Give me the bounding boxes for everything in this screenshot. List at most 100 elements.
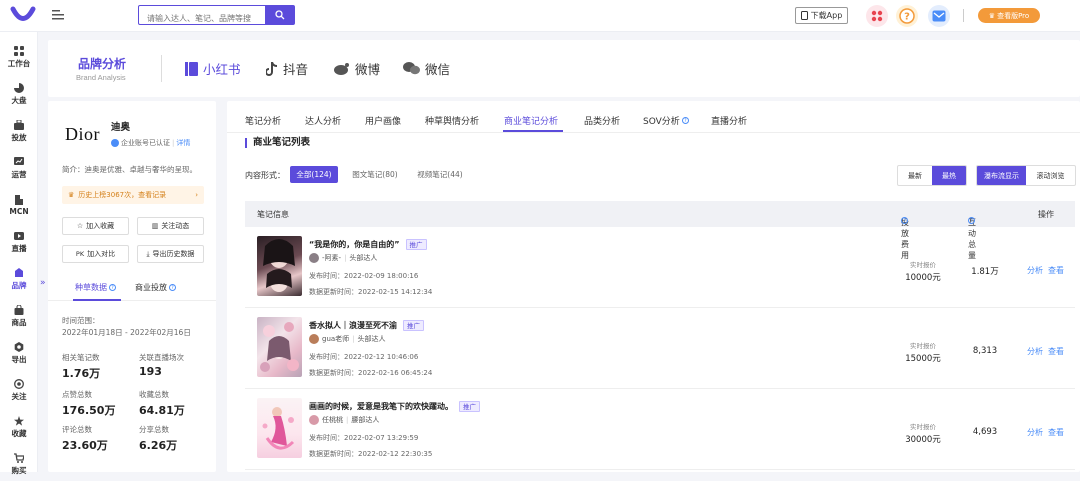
weibo-icon [334, 63, 349, 75]
history-ranking-banner[interactable]: ♛ 历史上榜3067次，查看记录 › [62, 186, 204, 204]
sidebar-item-purchase[interactable]: 购买 [0, 447, 38, 481]
note-cover-image[interactable] [257, 317, 302, 377]
help-button[interactable]: ? [896, 5, 918, 27]
platform-tab-wechat[interactable]: 微信 [403, 59, 450, 78]
tab-seeding-data[interactable]: 种草数据 ? [75, 282, 116, 293]
wechat-icon [403, 62, 420, 75]
pie-chart-icon [14, 82, 24, 93]
brand-info-panel: Dior 迪奥 企业账号已认证 | 详情 简介：迪奥是优雅、卓越与奢华的呈现。 … [48, 101, 216, 472]
filter-video-notes[interactable]: 视频笔记(44) [409, 166, 471, 183]
tab-user-profile[interactable]: 用户画像 [365, 114, 401, 127]
tab-commercial-notes[interactable]: 商业笔记分析 [504, 114, 558, 127]
pro-upgrade-button[interactable]: ♛ 查看版Pro [978, 8, 1040, 23]
chart-bars-icon: ▥ [151, 222, 159, 230]
cover-illustration [263, 239, 295, 292]
sidebar-item-overview[interactable]: 大盘 [0, 77, 38, 111]
platform-tab-weibo[interactable]: 微博 [334, 59, 380, 78]
tab-category-analysis[interactable]: 品类分析 [584, 114, 620, 127]
video-icon [14, 231, 24, 240]
note-title[interactable]: 画画的时候，爱意是我笔下的欢快躍动。 推广 [309, 401, 480, 412]
view-link[interactable]: 查看 [1048, 346, 1064, 357]
mail-icon [932, 10, 946, 22]
download-icon: ⤓ [146, 249, 150, 258]
sidebar-item-favorites[interactable]: 收藏 [0, 410, 38, 444]
analyze-link[interactable]: 分析 [1027, 265, 1043, 276]
sort-hottest[interactable]: 最热 [932, 166, 966, 185]
expand-sidebar-icon[interactable]: » [40, 278, 46, 288]
analyze-link[interactable]: 分析 [1027, 346, 1043, 357]
page-title: 品牌分析 [78, 57, 127, 71]
stat-value: 64.81万 [139, 404, 185, 417]
publish-prefix: 发布时间： [309, 353, 344, 361]
publish-time: 发布时间：2022-02-09 18:00:16 [309, 271, 418, 281]
stat-label: 点赞总数 [62, 390, 92, 399]
view-scroll[interactable]: 滚动浏览 [1026, 166, 1075, 185]
price-label: 实时报价 [910, 423, 936, 431]
note-title[interactable]: “我是你的，你是自由的” 推广 [309, 239, 427, 250]
publish-value: 2022-02-12 10:46:06 [344, 353, 419, 361]
tab-commercial[interactable]: 商业投放 ? [135, 282, 176, 293]
note-cover-image[interactable] [257, 236, 302, 296]
star-outline-icon: ☆ [76, 222, 84, 230]
help-icon: ? [901, 217, 908, 224]
sidebar-item-product[interactable]: 商品 [0, 299, 38, 333]
sidebar-item-follow[interactable]: 关注 [0, 373, 38, 407]
author-name: 任桃桃 [322, 416, 343, 424]
author-name: gua老师 [322, 335, 350, 343]
add-favorite-button[interactable]: ☆ 加入收藏 [62, 217, 129, 235]
bag-icon [14, 304, 24, 315]
help-icon: ? [968, 217, 975, 224]
note-title-text: “我是你的，你是自由的” [309, 240, 400, 249]
sidebar-item-delivery[interactable]: 投放 [0, 114, 38, 148]
view-link[interactable]: 查看 [1048, 265, 1064, 276]
avatar [309, 334, 319, 344]
view-waterfall[interactable]: 瀑布流显示 [977, 166, 1026, 185]
note-author[interactable]: gua老师 | 头部达人 [309, 334, 386, 344]
view-toggle: 瀑布流显示 滚动浏览 [976, 165, 1076, 186]
book-icon [185, 61, 198, 76]
sidebar-item-export[interactable]: 导出 [0, 336, 38, 370]
sidebar-item-label: MCN [9, 206, 29, 216]
tab-label: SOV分析 [643, 117, 680, 127]
verified-text: 企业账号已认证 [121, 139, 170, 147]
stat-value: 193 [139, 365, 162, 378]
verified-icon [111, 139, 119, 147]
update-time: 数据更新时间：2022-02-12 22:30:35 [309, 449, 432, 459]
tab-live-analysis[interactable]: 直播分析 [711, 114, 747, 127]
analyze-link[interactable]: 分析 [1027, 427, 1043, 438]
verified-detail-link[interactable]: 详情 [176, 138, 190, 148]
platform-tab-douyin[interactable]: 抖音 [266, 59, 308, 78]
search-button[interactable] [265, 6, 294, 24]
add-compare-button[interactable]: PK 加入对比 [62, 245, 129, 263]
sidebar-item-live[interactable]: 直播 [0, 225, 38, 259]
filter-image-notes[interactable]: 图文笔记(80) [344, 166, 406, 183]
export-history-button[interactable]: ⤓ 导出历史数据 [137, 245, 204, 263]
follow-updates-button[interactable]: ▥ 关注动态 [137, 217, 204, 235]
note-author[interactable]: -阿素- | 头部达人 [309, 253, 377, 263]
tab-kol-analysis[interactable]: 达人分析 [305, 114, 341, 127]
search-input[interactable] [139, 9, 265, 28]
apps-button[interactable] [866, 5, 888, 27]
platform-tab-xiaohongshu[interactable]: 小红书 [185, 59, 241, 78]
tab-note-analysis[interactable]: 笔记分析 [245, 114, 281, 127]
note-author[interactable]: 任桃桃 | 腰部达人 [309, 415, 379, 425]
note-cover-image[interactable] [257, 398, 302, 458]
sort-latest[interactable]: 最新 [898, 166, 932, 185]
section-title: 商业笔记列表 [245, 138, 310, 148]
tab-sov-analysis[interactable]: SOV分析 ? [643, 114, 689, 127]
app-logo-icon[interactable] [10, 6, 36, 26]
download-app-button[interactable]: 下载App [795, 7, 848, 24]
sidebar-item-mcn[interactable]: MCN [0, 188, 38, 222]
tab-sentiment-analysis[interactable]: 种草舆情分析 [425, 114, 479, 127]
sidebar-item-workbench[interactable]: 工作台 [0, 40, 38, 74]
message-button[interactable] [928, 5, 950, 27]
note-title[interactable]: 香水拟人｜浪漫至死不渝 推广 [309, 320, 424, 331]
pro-label: 查看版Pro [997, 11, 1030, 20]
tab-label: 种草数据 [75, 283, 107, 292]
view-link[interactable]: 查看 [1048, 427, 1064, 438]
filter-all[interactable]: 全部(124) [290, 166, 338, 183]
sidebar-item-operation[interactable]: 运营 [0, 151, 38, 185]
chevron-right-icon: › [195, 191, 198, 199]
menu-toggle-icon[interactable] [52, 10, 64, 20]
sidebar-item-brand[interactable]: 品牌 [0, 262, 38, 296]
